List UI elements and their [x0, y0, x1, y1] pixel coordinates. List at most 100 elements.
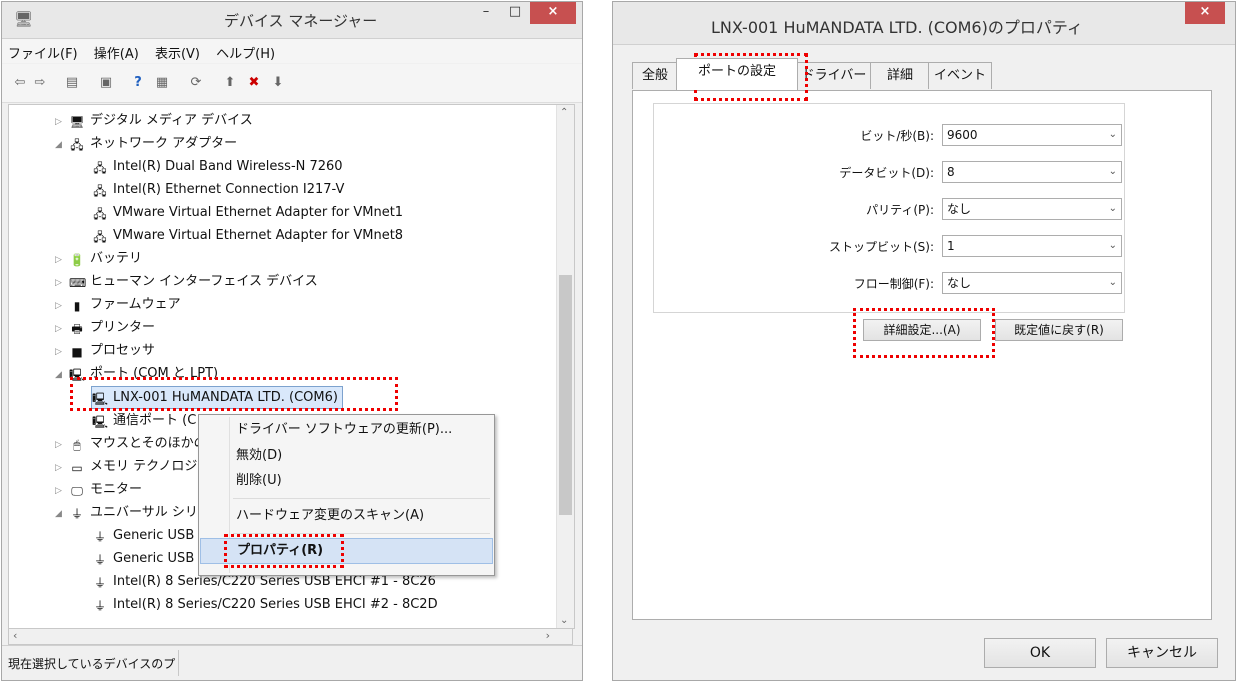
expand-arrow-icon[interactable]: ▷: [55, 272, 69, 295]
device-manager-app-icon: 🖥: [14, 10, 34, 28]
menu-bar: ファイル(F) 操作(A) 表示(V) ヘルプ(H): [2, 39, 582, 63]
update-driver-icon[interactable]: ⬆: [222, 75, 238, 91]
flow-control-select[interactable]: なし ⌄: [942, 272, 1122, 294]
help-icon[interactable]: ?: [130, 75, 146, 91]
monitor-icon: 🖵: [71, 484, 83, 498]
tree-item[interactable]: ▷ 🖥 デジタル メディア デバイス: [55, 109, 253, 132]
context-disable[interactable]: 無効(D): [200, 444, 493, 468]
expand-arrow-icon[interactable]: ▷: [55, 111, 69, 134]
back-icon[interactable]: ⇦: [12, 75, 28, 91]
tree-item[interactable]: 🖧 Intel(R) Ethernet Connection I217-V: [92, 178, 344, 201]
tree-item[interactable]: 🖧 VMware Virtual Ethernet Adapter for VMn…: [92, 201, 403, 224]
tree-item[interactable]: ◢ ⏚ ユニバーサル シリア: [55, 501, 211, 524]
expand-arrow-icon[interactable]: ▷: [55, 295, 69, 318]
tree-item-label: プロセッサ: [90, 343, 156, 358]
dialog-title: LNX-001 HuMANDATA LTD. (COM6)のプロパティ: [711, 18, 1083, 37]
tab-details[interactable]: 詳細: [870, 62, 930, 89]
printer-icon: 🖶: [71, 322, 83, 336]
network-adapter-icon: 🖧: [93, 161, 107, 175]
parity-select[interactable]: なし ⌄: [942, 198, 1122, 220]
usb-icon: ⏚: [70, 507, 83, 521]
tree-item[interactable]: 🖳 通信ポート (C: [92, 409, 196, 432]
expand-arrow-icon[interactable]: ▷: [55, 318, 69, 341]
menu-view[interactable]: 表示(V): [149, 39, 206, 62]
tree-item[interactable]: 🖧 Intel(R) Dual Band Wireless-N 7260: [92, 155, 343, 178]
expand-arrow-icon[interactable]: ▷: [55, 341, 69, 364]
tree-item-label: プリンター: [90, 320, 156, 335]
tree-item[interactable]: ◢ 🖧 ネットワーク アダプター: [55, 132, 237, 155]
menu-file[interactable]: ファイル(F): [2, 39, 84, 62]
uninstall-icon[interactable]: ✖: [246, 75, 262, 91]
vertical-scroll-thumb[interactable]: [559, 275, 572, 515]
context-uninstall[interactable]: 削除(U): [200, 469, 493, 493]
collapse-arrow-icon[interactable]: ◢: [55, 134, 69, 157]
maximize-button[interactable]: □: [502, 2, 528, 24]
tab-general[interactable]: 全般: [632, 62, 678, 89]
tree-item[interactable]: ▷ ▮ ファームウェア: [55, 293, 181, 316]
tree-item-label: ヒューマン インターフェイス デバイス: [90, 274, 318, 289]
collapse-arrow-icon[interactable]: ◢: [55, 364, 69, 387]
restore-defaults-button[interactable]: 既定値に戻す(R): [995, 319, 1123, 341]
properties-icon[interactable]: ▣: [98, 75, 114, 91]
tree-item[interactable]: ▷ 🔋 バッテリ: [55, 247, 142, 270]
device-manager-window: 🖥 デバイス マネージャー – □ × ファイル(F) 操作(A) 表示(V) …: [1, 1, 583, 681]
tree-item[interactable]: ▷ 🖶 プリンター: [55, 316, 155, 339]
tree-item[interactable]: ▷ 🖵 モニター: [55, 478, 142, 501]
baud-rate-label: ビット/秒(B):: [860, 129, 934, 143]
tree-item[interactable]: ▷ ▭ メモリ テクノロジ デ: [55, 455, 215, 478]
flow-control-label: フロー制御(F):: [853, 277, 934, 291]
show-hide-tree-icon[interactable]: ▤: [64, 75, 80, 91]
firmware-icon: ▮: [73, 299, 81, 313]
device-manager-titlebar: 🖥 デバイス マネージャー – □ ×: [2, 2, 582, 39]
baud-rate-select[interactable]: 9600 ⌄: [942, 124, 1122, 146]
expand-arrow-icon[interactable]: ▷: [55, 249, 69, 272]
tree-item[interactable]: 🖧 VMware Virtual Ethernet Adapter for VMn…: [92, 224, 403, 247]
close-button[interactable]: ×: [530, 2, 576, 24]
expand-arrow-icon[interactable]: ▷: [55, 457, 69, 480]
hid-icon: ⌨: [69, 276, 87, 290]
parity-value: なし: [947, 202, 972, 216]
vertical-scrollbar[interactable]: ⌃ ⌄: [556, 105, 574, 628]
tree-item[interactable]: ⏚ Intel(R) 8 Series/C220 Series USB EHCI …: [92, 593, 438, 616]
highlight-advanced-button: [853, 308, 995, 358]
stop-bits-select[interactable]: 1 ⌄: [942, 235, 1122, 257]
expand-arrow-icon[interactable]: ▷: [55, 480, 69, 503]
window-title: デバイス マネージャー: [224, 12, 378, 30]
collapse-arrow-icon[interactable]: ◢: [55, 503, 69, 526]
tree-item-label: Intel(R) 8 Series/C220 Series USB EHCI #…: [113, 597, 438, 612]
status-divider: [178, 650, 179, 676]
properties-titlebar: LNX-001 HuMANDATA LTD. (COM6)のプロパティ ×: [613, 2, 1235, 45]
cancel-button[interactable]: キャンセル: [1106, 638, 1218, 668]
tab-port-settings[interactable]: ポートの設定: [676, 58, 798, 90]
highlight-properties-item: [224, 534, 344, 568]
minimize-button[interactable]: –: [473, 2, 499, 24]
tree-item[interactable]: ⏚ Generic USB: [92, 524, 194, 547]
data-bits-label: データビット(D):: [839, 166, 934, 180]
expand-arrow-icon[interactable]: ▷: [55, 434, 69, 457]
enable-device-icon[interactable]: ⬇: [270, 75, 286, 91]
data-bits-select[interactable]: 8 ⌄: [942, 161, 1122, 183]
tab-events[interactable]: イベント: [928, 62, 992, 89]
port-settings-group: ビット/秒(B): 9600 ⌄ データビット(D): 8 ⌄ パリティ(P): な…: [653, 103, 1125, 313]
context-update-driver[interactable]: ドライバー ソフトウェアの更新(P)...: [200, 418, 493, 442]
ok-button[interactable]: OK: [984, 638, 1096, 668]
tree-item[interactable]: ▷ ■ プロセッサ: [55, 339, 155, 362]
menu-action[interactable]: 操作(A): [88, 39, 145, 62]
horizontal-scrollbar[interactable]: ‹ ›: [8, 628, 573, 645]
scan-hardware-icon[interactable]: ⟳: [188, 75, 204, 91]
view-icon[interactable]: ▦: [154, 75, 170, 91]
tree-item-label: Intel(R) Ethernet Connection I217-V: [113, 182, 345, 197]
context-scan-hardware[interactable]: ハードウェア変更のスキャン(A): [200, 504, 493, 528]
scroll-up-icon[interactable]: ⌃: [560, 107, 568, 118]
scroll-left-icon[interactable]: ‹: [13, 629, 17, 642]
scroll-right-icon[interactable]: ›: [546, 629, 550, 642]
baud-rate-value: 9600: [947, 128, 978, 142]
menu-help[interactable]: ヘルプ(H): [210, 39, 281, 62]
forward-icon[interactable]: ⇨: [32, 75, 48, 91]
dialog-close-button[interactable]: ×: [1185, 2, 1225, 24]
tree-item-label: Intel(R) Dual Band Wireless-N 7260: [113, 159, 343, 174]
tree-item[interactable]: ▷ 🖱 マウスとそのほかの: [55, 432, 207, 455]
scroll-down-icon[interactable]: ⌄: [560, 615, 568, 626]
tree-item[interactable]: ▷ ⌨ ヒューマン インターフェイス デバイス: [55, 270, 318, 293]
tree-item-label: マウスとそのほかの: [90, 436, 207, 451]
